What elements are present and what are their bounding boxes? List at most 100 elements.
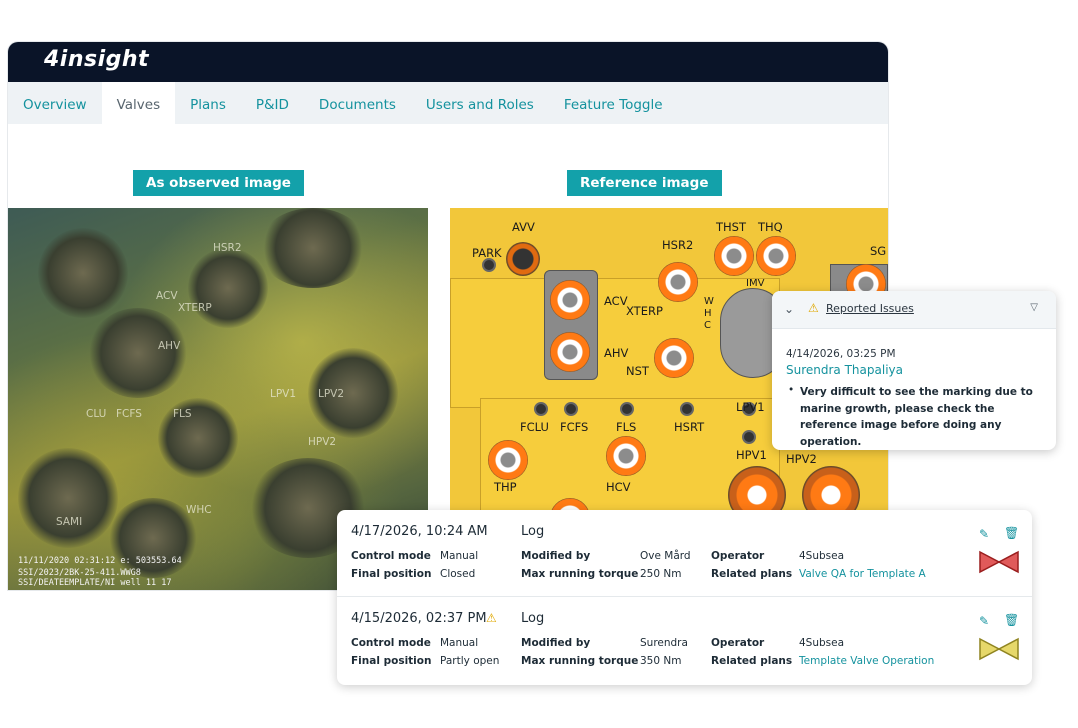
operator-label: Operator xyxy=(711,550,765,562)
park-label: PARK xyxy=(472,246,502,260)
fcfs-label: FCFS xyxy=(560,420,589,434)
issue-author[interactable]: Surendra Thapaliya xyxy=(786,363,903,377)
control-mode-label: Control mode xyxy=(351,637,431,649)
nst-label: NST xyxy=(626,364,649,378)
log-type: Log xyxy=(521,611,545,626)
issue-note: Very difficult to see the marking due to… xyxy=(800,386,1033,448)
avv-valve xyxy=(506,242,540,276)
marine-growth xyxy=(158,398,238,478)
tab-plans[interactable]: Plans xyxy=(175,82,241,124)
park-knob xyxy=(482,258,496,272)
operator-value: 4Subsea xyxy=(799,550,845,562)
thq-label: THQ xyxy=(758,220,783,234)
tab-documents[interactable]: Documents xyxy=(304,82,411,124)
whc-label: W H C xyxy=(704,296,714,331)
marine-growth xyxy=(188,248,268,328)
log-datetime: 4/17/2026, 10:24 AM xyxy=(351,524,488,539)
related-plans-link[interactable]: Template Valve Operation xyxy=(799,655,934,667)
thp-valve xyxy=(488,440,528,480)
log-datetime: 4/15/2026, 02:37 PM xyxy=(351,611,487,626)
marine-growth xyxy=(258,208,368,288)
hpv1-label: HPV1 xyxy=(736,448,767,462)
trash-icon[interactable]: 🗑 xyxy=(1004,613,1019,627)
edit-pencil-icon[interactable]: ✎ xyxy=(979,527,989,541)
modified-by-label: Modified by xyxy=(521,550,591,562)
fcfs-knob xyxy=(564,402,578,416)
tab-users-and-roles[interactable]: Users and Roles xyxy=(411,82,549,124)
max-torque-label: Max running torque xyxy=(521,568,639,580)
reported-issues-title[interactable]: Reported Issues xyxy=(826,302,914,315)
thp-label: THP xyxy=(494,480,517,494)
acv-label: ACV xyxy=(604,294,628,308)
tab-feature-toggle[interactable]: Feature Toggle xyxy=(549,82,678,124)
observed-label: CLU xyxy=(86,408,107,420)
control-mode-value: Manual xyxy=(440,550,479,562)
tab-bar: Overview Valves Plans P&ID Documents Use… xyxy=(8,82,888,124)
marine-growth xyxy=(18,448,118,548)
related-plans-label: Related plans xyxy=(711,655,793,667)
hsrt-label: HSRT xyxy=(674,420,705,434)
final-position-label: Final position xyxy=(351,655,432,667)
log-entry: 4/17/2026, 10:24 AM Log Control mode Man… xyxy=(337,510,1032,594)
operator-label: Operator xyxy=(711,637,765,649)
thst-label: THST xyxy=(716,220,746,234)
thst-valve xyxy=(714,236,754,276)
ahv-label: AHV xyxy=(604,346,629,360)
avv-label: AVV xyxy=(512,220,535,234)
marine-growth xyxy=(108,498,198,578)
edit-pencil-icon[interactable]: ✎ xyxy=(979,614,989,628)
hpv1-knob xyxy=(742,430,756,444)
tab-valves[interactable]: Valves xyxy=(101,82,176,124)
tab-pid[interactable]: P&ID xyxy=(241,82,304,124)
bullet-icon: • xyxy=(788,384,795,396)
observed-label: LPV1 xyxy=(270,388,297,400)
max-torque-value: 350 Nm xyxy=(640,655,682,667)
max-torque-label: Max running torque xyxy=(521,655,639,667)
log-entry: 4/15/2026, 02:37 PM ⚠ Log Control mode M… xyxy=(337,596,1032,680)
dropdown-triangle-icon[interactable]: ▽ xyxy=(1030,302,1038,313)
reported-issues-header[interactable]: ⌄ ⚠ Reported Issues ▽ xyxy=(772,291,1056,329)
marine-growth xyxy=(38,228,128,318)
chevron-down-icon[interactable]: ⌄ xyxy=(784,302,794,316)
xterp-label: XTERP xyxy=(626,304,663,318)
final-position-label: Final position xyxy=(351,568,432,580)
camera-overlay-text: SSI/DEATEEMPLATE/NI well 11 17 xyxy=(18,578,172,588)
observed-label: WHC xyxy=(186,504,212,516)
warning-icon: ⚠ xyxy=(808,301,819,315)
log-type: Log xyxy=(521,524,545,539)
control-mode-label: Control mode xyxy=(351,550,431,562)
thq-valve xyxy=(756,236,796,276)
valve-log-list: 4/17/2026, 10:24 AM Log Control mode Man… xyxy=(337,510,1032,685)
fls-label: FLS xyxy=(616,420,637,434)
modified-by-value: Ove Mård xyxy=(640,550,691,562)
observed-label: XTERP xyxy=(178,302,212,314)
modified-by-value: Surendra xyxy=(640,637,688,649)
fls-knob xyxy=(620,402,634,416)
fclu-knob xyxy=(534,402,548,416)
camera-overlay-text: SSI/2023/2BK-25-411.WWG8 xyxy=(18,568,141,578)
related-plans-label: Related plans xyxy=(711,568,793,580)
nst-valve xyxy=(654,338,694,378)
hsr2-valve xyxy=(658,262,698,302)
tab-overview[interactable]: Overview xyxy=(8,82,102,124)
app-logo: 4insight xyxy=(44,47,150,72)
title-bar: 4insight xyxy=(8,42,888,82)
operator-value: 4Subsea xyxy=(799,637,845,649)
fclu-label: FCLU xyxy=(520,420,549,434)
valve-partly-open-icon xyxy=(979,637,1019,661)
observed-label: ACV xyxy=(156,290,178,302)
control-mode-value: Manual xyxy=(440,637,479,649)
sg-label: SG xyxy=(870,244,887,258)
observed-label: SAMI xyxy=(56,516,83,528)
observed-label: AHV xyxy=(158,340,181,352)
related-plans-link[interactable]: Valve QA for Template A xyxy=(799,568,926,580)
trash-icon[interactable]: 🗑 xyxy=(1004,526,1019,540)
hcv-label: HCV xyxy=(606,480,631,494)
hsr2-label: HSR2 xyxy=(662,238,694,252)
ahv-valve xyxy=(550,332,590,372)
hpv2-label: HPV2 xyxy=(786,452,817,466)
observed-image-caption: As observed image xyxy=(133,170,304,196)
reference-image-caption: Reference image xyxy=(567,170,722,196)
hsrt-knob xyxy=(680,402,694,416)
final-position-value: Closed xyxy=(440,568,476,580)
